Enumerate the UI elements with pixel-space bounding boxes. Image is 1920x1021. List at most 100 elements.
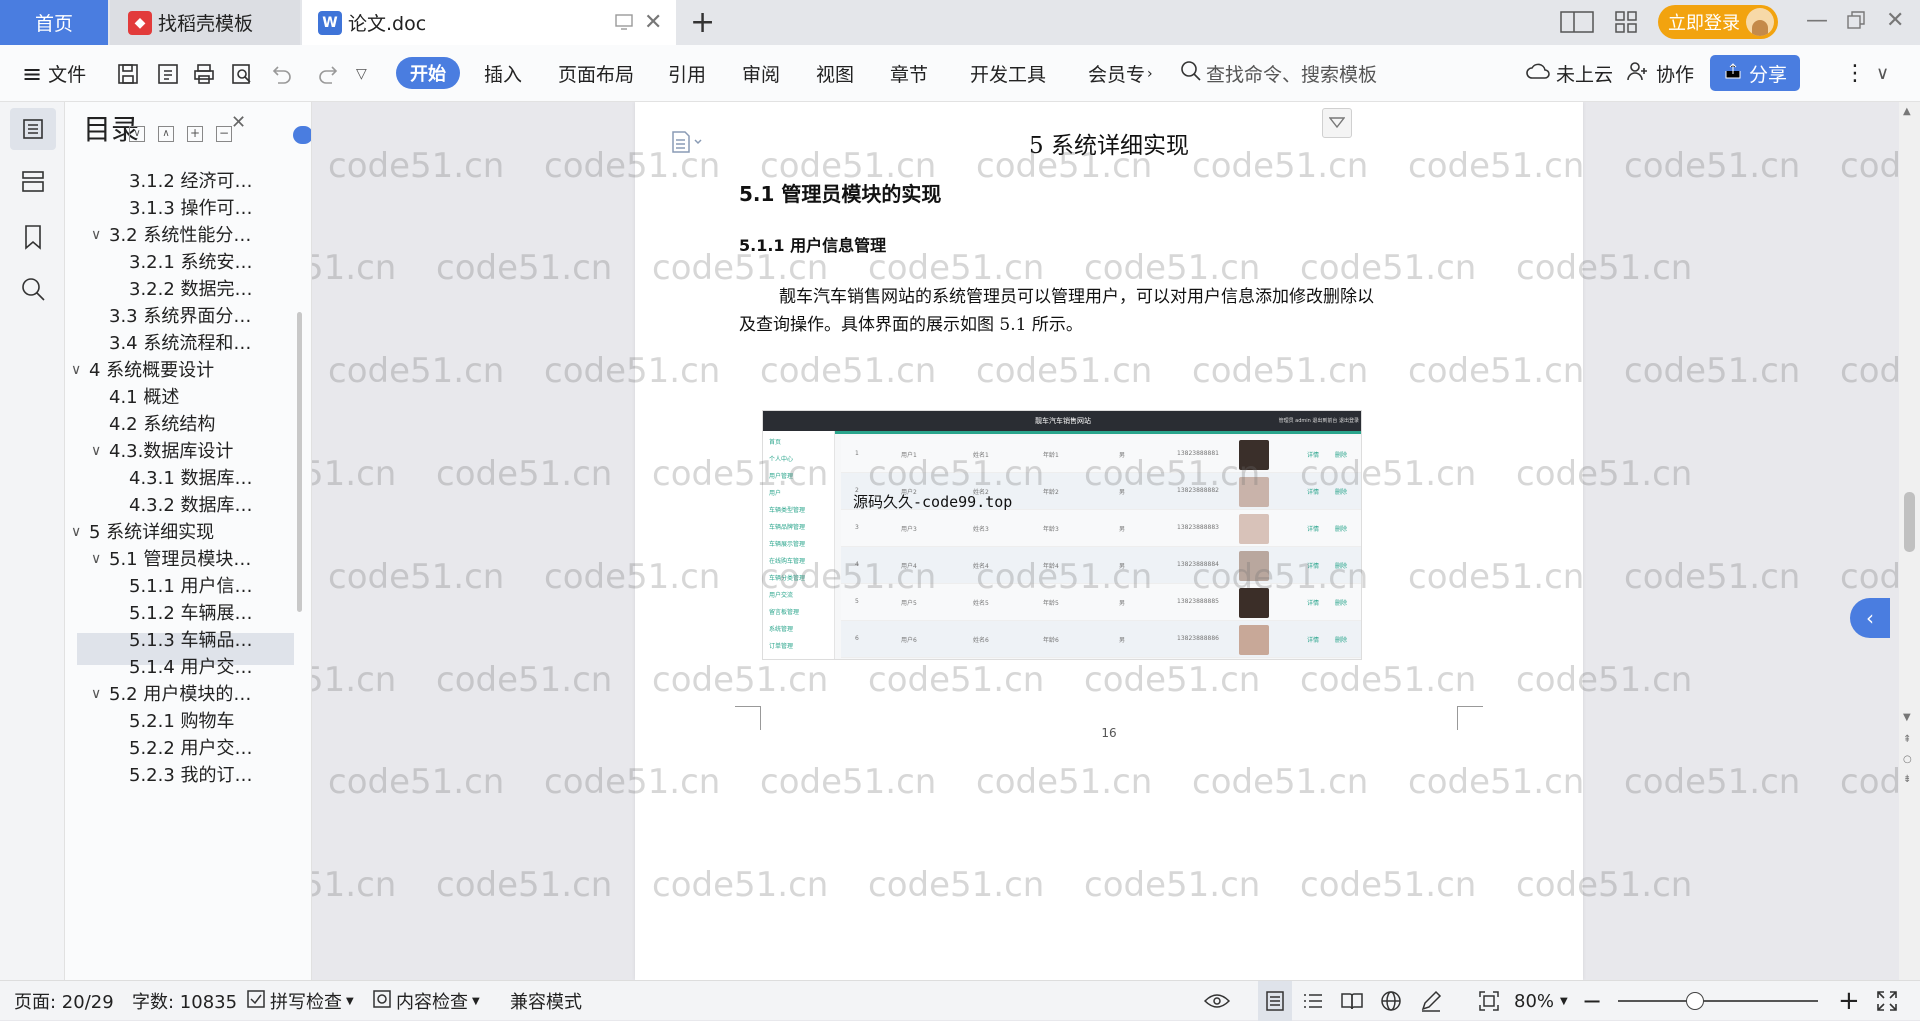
fullscreen-icon[interactable]: [1876, 981, 1898, 1021]
tab-template[interactable]: ◆ 找稻壳模板: [110, 0, 300, 45]
export-pdf-icon[interactable]: [156, 45, 180, 102]
ai-assist-icon[interactable]: [293, 126, 311, 144]
figure-image[interactable]: 靓车汽车销售网站 管理员 admin 退出到前台 退出登录 首页 个人中心 用户管理…: [762, 410, 1362, 660]
restore-icon[interactable]: [1846, 10, 1866, 34]
tab-member[interactable]: 会员专 ›: [1088, 45, 1153, 102]
redo-icon[interactable]: [316, 45, 342, 102]
expand-up-icon[interactable]: ∧: [158, 126, 174, 142]
zoom-out-icon[interactable]: −: [1582, 981, 1602, 1021]
toc-expand-chevron-icon[interactable]: ∨: [91, 443, 101, 459]
minimize-icon[interactable]: —: [1806, 8, 1828, 33]
toc-icon[interactable]: [10, 108, 56, 150]
toc-item[interactable]: 4.3.1 数据库…: [129, 464, 253, 494]
cloud-status[interactable]: 未上云: [1526, 45, 1613, 102]
layout-icon[interactable]: [1560, 10, 1594, 38]
toc-item[interactable]: 5.1.4 用户交…: [129, 653, 253, 683]
monitor-icon[interactable]: [614, 12, 634, 37]
reading-mode-icon[interactable]: [1340, 981, 1364, 1021]
eye-protect-icon[interactable]: [1204, 981, 1230, 1021]
toc-item[interactable]: 3.2.1 系统安…: [129, 248, 253, 278]
window-close-icon[interactable]: ✕: [1886, 8, 1904, 33]
toc-item[interactable]: 5 系统详细实现: [89, 518, 214, 548]
web-layout-icon[interactable]: [1380, 981, 1402, 1021]
file-menu[interactable]: ≡ 文件: [22, 45, 86, 102]
toc-item[interactable]: 5.1.3 车辆品…: [129, 626, 253, 656]
collab-button[interactable]: 协作: [1626, 45, 1694, 102]
spell-check[interactable]: 拼写检查 ▼: [246, 981, 354, 1021]
undo-icon[interactable]: [268, 45, 294, 102]
content-check[interactable]: 内容检查 ▼: [372, 981, 480, 1021]
scroll-down-icon[interactable]: ▼: [1903, 712, 1911, 723]
tab-chapter[interactable]: 章节: [890, 45, 928, 102]
toc-item[interactable]: 5.2.3 我的订…: [129, 761, 253, 791]
side-expand-chevron-icon[interactable]: ‹: [1850, 598, 1890, 638]
navigation-icon[interactable]: [20, 168, 46, 198]
toc-item[interactable]: 4 系统概要设计: [89, 356, 214, 386]
toc-item[interactable]: 3.3 系统界面分…: [109, 302, 251, 332]
toc-scrollbar[interactable]: [297, 312, 302, 612]
print-icon[interactable]: [192, 45, 216, 102]
fit-page-icon[interactable]: [1478, 981, 1500, 1021]
toc-expand-chevron-icon[interactable]: ∨: [91, 551, 101, 567]
toc-item[interactable]: 5.2.2 用户交…: [129, 734, 253, 764]
tab-start[interactable]: 开始: [396, 57, 460, 89]
page-indicator[interactable]: 页面: 20/29: [14, 981, 114, 1021]
toc-item[interactable]: 4.3.2 数据库…: [129, 491, 253, 521]
find-icon[interactable]: [20, 276, 46, 306]
tab-layout[interactable]: 页面布局: [558, 45, 634, 102]
toc-item[interactable]: 5.1 管理员模块…: [109, 545, 251, 575]
toc-item[interactable]: 4.3.数据库设计: [109, 437, 233, 467]
toc-item[interactable]: 3.2.2 数据完…: [129, 275, 253, 305]
zoom-slider-track[interactable]: [1618, 1000, 1818, 1002]
tab-insert[interactable]: 插入: [484, 45, 522, 102]
filter-panel-icon[interactable]: [1322, 108, 1352, 138]
prev-page-icon[interactable]: ⇞: [1903, 734, 1911, 745]
toc-item[interactable]: 4.1 概述: [109, 383, 179, 413]
collapse-all-icon[interactable]: ∨: [129, 126, 145, 142]
new-tab-icon[interactable]: +: [690, 0, 720, 45]
command-search[interactable]: 查找命令、搜索模板: [1180, 45, 1377, 102]
toc-item[interactable]: 3.1.3 操作可…: [129, 194, 253, 224]
toc-item[interactable]: 3.4 系统流程和…: [109, 329, 251, 359]
close-tab-icon[interactable]: ✕: [644, 10, 662, 35]
tab-references[interactable]: 引用: [668, 45, 706, 102]
zoom-slider-thumb[interactable]: [1686, 992, 1704, 1010]
toc-item[interactable]: 5.1.1 用户信…: [129, 572, 253, 602]
apps-grid-icon[interactable]: [1614, 10, 1638, 38]
toc-item[interactable]: 3.1.2 经济可…: [129, 167, 253, 197]
tab-document[interactable]: W 论文.doc ✕: [302, 0, 676, 45]
outline-view-icon[interactable]: [1302, 981, 1324, 1021]
tab-dev-tools[interactable]: 开发工具: [970, 45, 1046, 102]
scroll-thumb[interactable]: [1904, 492, 1915, 552]
add-heading-icon[interactable]: +: [187, 126, 203, 142]
pen-annotate-icon[interactable]: [1420, 981, 1442, 1021]
toc-expand-chevron-icon[interactable]: ∨: [71, 362, 81, 378]
remove-heading-icon[interactable]: −: [216, 126, 232, 142]
tab-review[interactable]: 审阅: [742, 45, 780, 102]
collapse-ribbon-icon[interactable]: ∨: [1876, 45, 1889, 102]
bookmark-icon[interactable]: [22, 224, 44, 254]
next-page-icon[interactable]: ⇟: [1903, 774, 1911, 785]
toc-expand-chevron-icon[interactable]: ∨: [91, 227, 101, 243]
print-preview-icon[interactable]: [230, 45, 254, 102]
save-icon[interactable]: [116, 45, 140, 102]
tab-view[interactable]: 视图: [816, 45, 854, 102]
more-icon[interactable]: ⋮: [1844, 45, 1866, 102]
toc-item[interactable]: 3.2 系统性能分…: [109, 221, 251, 251]
toc-item[interactable]: 5.2 用户模块的…: [109, 680, 251, 710]
zoom-level[interactable]: 80% ▼: [1514, 981, 1568, 1021]
compat-mode[interactable]: 兼容模式: [510, 981, 582, 1021]
vertical-scrollbar[interactable]: ▲ ▼ ⇞ ○ ⇟: [1899, 102, 1920, 980]
toc-item[interactable]: 5.2.1 购物车: [129, 707, 235, 737]
toc-expand-chevron-icon[interactable]: ∨: [91, 686, 101, 702]
toc-item[interactable]: 4.2 系统结构: [109, 410, 215, 440]
toc-expand-chevron-icon[interactable]: ∨: [71, 524, 81, 540]
tab-home[interactable]: 首页: [0, 0, 108, 45]
scroll-up-icon[interactable]: ▲: [1903, 106, 1911, 117]
page-view-mode-icon[interactable]: [1258, 981, 1292, 1021]
zoom-in-icon[interactable]: +: [1838, 981, 1860, 1021]
select-browse-icon[interactable]: ○: [1903, 754, 1912, 765]
quick-access-chevron-icon[interactable]: ▽: [356, 45, 367, 102]
word-count[interactable]: 字数: 10835: [132, 981, 237, 1021]
share-button[interactable]: 分享: [1710, 55, 1800, 91]
